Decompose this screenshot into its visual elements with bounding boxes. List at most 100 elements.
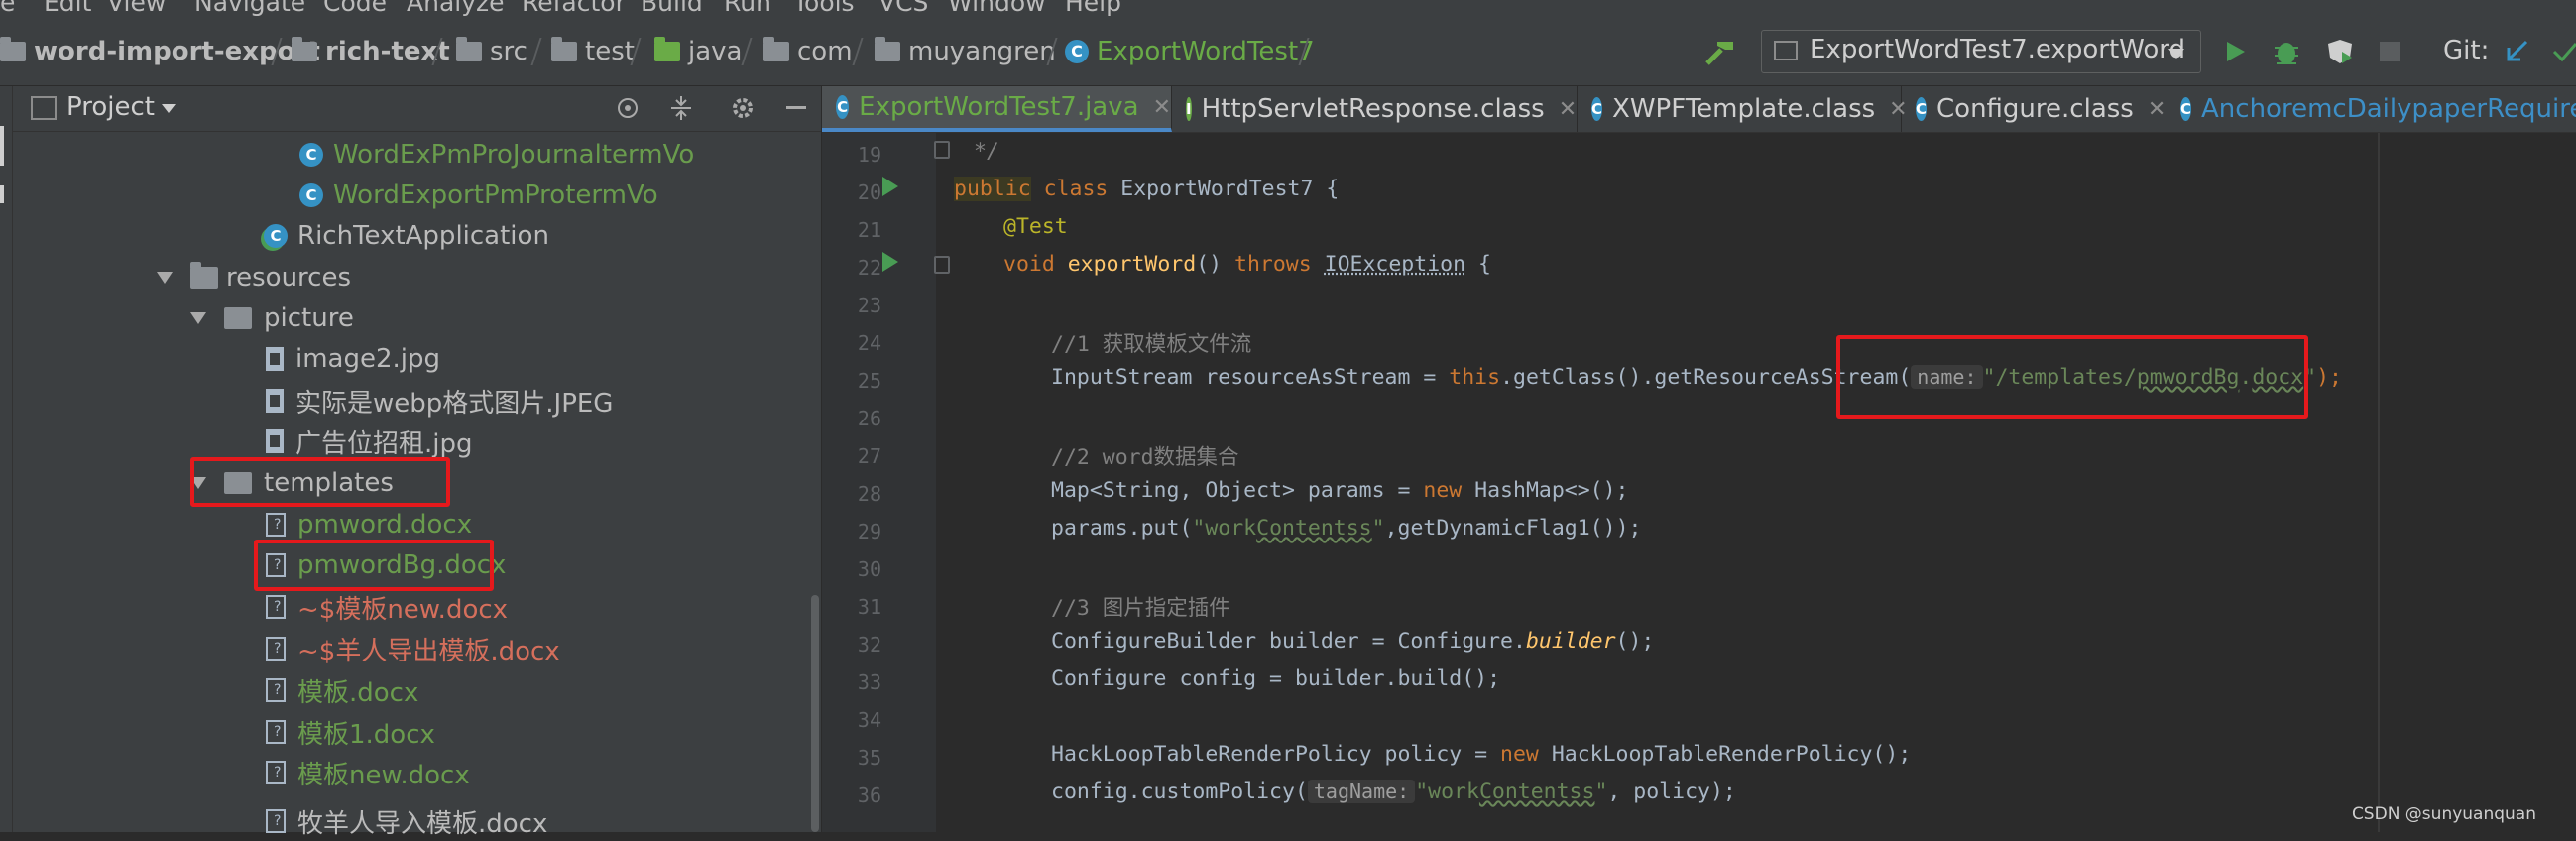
debug-bug-icon[interactable] — [2271, 36, 2302, 67]
menu-run[interactable]: Run — [724, 0, 771, 17]
line-number: 33 — [857, 670, 881, 694]
menu-vcs[interactable]: VCS — [878, 0, 928, 17]
tree-item[interactable]: 广告位招租.jpg — [266, 421, 473, 461]
gear-icon[interactable] — [729, 94, 757, 122]
menu-build[interactable]: Build — [641, 0, 703, 17]
folder-icon — [0, 37, 26, 61]
line-number: 19 — [857, 143, 881, 167]
menu-refactor[interactable]: Refactor — [522, 0, 626, 17]
code-line-27: //2 word数据集合 — [1051, 445, 1239, 470]
tree-item[interactable]: ~$羊人导出模板.docx — [266, 629, 560, 668]
line-number: 28 — [857, 482, 881, 506]
tree-item[interactable]: 模板new.docx — [266, 753, 470, 792]
breadcrumb-src[interactable]: src — [456, 34, 527, 69]
word-file-icon — [266, 761, 286, 784]
project-tool-window-tab[interactable] — [0, 126, 4, 166]
run-test-method-icon[interactable] — [878, 250, 906, 274]
collapse-all-icon[interactable] — [667, 94, 695, 122]
close-icon[interactable]: ✕ — [1559, 97, 1577, 122]
fold-marker-icon[interactable] — [934, 256, 950, 274]
expanded-arrow-icon[interactable] — [157, 272, 173, 284]
tab-configure[interactable]: C Configure.class ✕ — [1902, 86, 2166, 132]
image-file-icon — [266, 389, 284, 413]
tree-item-label: resources — [226, 263, 352, 293]
class-icon: C — [836, 95, 850, 119]
breadcrumb-muyangren[interactable]: muyangren — [875, 34, 1056, 69]
git-commit-check-icon[interactable] — [2552, 40, 2576, 63]
tree-item-label: 模板new.docx — [297, 760, 470, 790]
tab-xwpftemplate[interactable]: C XWPFTemplate.class ✕ — [1578, 86, 1908, 132]
close-icon[interactable]: ✕ — [2148, 97, 2166, 122]
stop-icon[interactable] — [2380, 42, 2400, 61]
line-number: 26 — [857, 407, 881, 430]
tree-item[interactable]: C RichTextApplication — [264, 216, 549, 256]
word-file-icon — [266, 595, 286, 619]
word-file-icon — [266, 513, 286, 537]
minimize-icon[interactable] — [786, 106, 806, 109]
line-number: 32 — [857, 633, 881, 657]
tree-item[interactable]: 模板1.docx — [266, 712, 435, 752]
chevron-down-icon[interactable] — [162, 104, 176, 113]
tree-item-label: RichTextApplication — [297, 221, 549, 251]
run-configuration-select[interactable]: ExportWordTest7.exportWord — [1761, 30, 2201, 73]
tab-exportwordtest7[interactable]: C ExportWordTest7.java ✕ — [822, 86, 1172, 132]
word-file-icon — [266, 678, 286, 702]
folder-icon — [551, 37, 577, 61]
word-file-icon — [266, 720, 286, 744]
tree-item[interactable]: image2.jpg — [266, 339, 440, 379]
tree-item[interactable]: 模板.docx — [266, 670, 418, 710]
tree-item[interactable]: picture — [190, 299, 354, 338]
word-file-icon — [266, 809, 286, 833]
build-hammer-icon[interactable] — [1703, 38, 1739, 69]
locate-crosshair-icon[interactable] — [614, 94, 642, 122]
menu-code[interactable]: Code — [323, 0, 387, 17]
class-icon: C — [299, 183, 323, 207]
tree-item-label: 实际是webp格式图片.JPEG — [295, 388, 614, 419]
structure-tool-window-tab[interactable] — [0, 185, 4, 203]
line-number: 35 — [857, 746, 881, 770]
breadcrumb-com[interactable]: com — [763, 34, 853, 69]
tree-item[interactable]: 实际是webp格式图片.JPEG — [266, 381, 613, 420]
line-number: 31 — [857, 595, 881, 619]
run-icon[interactable] — [2221, 38, 2249, 65]
tree-item-label: picture — [264, 303, 354, 333]
line-number: 25 — [857, 369, 881, 393]
menu-file[interactable]: e — [0, 0, 15, 17]
menu-tools[interactable]: Tools — [793, 0, 855, 17]
fold-marker-icon[interactable] — [934, 141, 950, 159]
tree-item[interactable]: C WordExPmProJournaltermVo — [299, 135, 694, 175]
tab-httpservletresponse[interactable]: I HttpServletResponse.class ✕ — [1172, 86, 1578, 132]
git-update-arrow-icon[interactable] — [2503, 38, 2530, 65]
tree-item[interactable]: ~$模板new.docx — [266, 587, 508, 627]
line-number: 22 — [857, 256, 881, 280]
expanded-arrow-icon[interactable] — [190, 312, 206, 324]
tree-item[interactable]: pmword.docx — [266, 505, 472, 544]
project-panel-header: Project — [13, 86, 821, 132]
highlight-box-resource-path — [1836, 335, 2308, 419]
run-test-class-icon[interactable] — [878, 175, 906, 198]
tree-item[interactable]: 牧羊人导入模板.docx — [266, 801, 547, 841]
menu-view[interactable]: View — [107, 0, 166, 17]
close-icon[interactable]: ✕ — [1153, 95, 1171, 120]
class-icon: C — [1065, 40, 1089, 63]
menu-help[interactable]: Help — [1065, 0, 1121, 17]
project-panel-title[interactable]: Project — [66, 92, 155, 122]
module-icon — [292, 37, 317, 61]
class-icon: C — [2180, 97, 2192, 121]
junit-icon — [1774, 41, 1798, 60]
tree-item[interactable]: C WordExportPmProtermVo — [299, 176, 658, 215]
line-number: 30 — [857, 557, 881, 581]
menu-edit[interactable]: Edit — [44, 0, 91, 17]
menu-navigate[interactable]: Navigate — [194, 0, 305, 17]
code-line-31: //3 图片指定插件 — [1051, 596, 1230, 621]
coverage-shield-icon[interactable] — [2324, 36, 2356, 67]
scrollbar-thumb[interactable] — [811, 595, 819, 832]
breadcrumb-class[interactable]: C ExportWordTest7 — [1065, 34, 1315, 69]
tree-item-label: 模板1.docx — [297, 719, 435, 750]
tree-item[interactable]: resources — [157, 258, 351, 298]
image-file-icon — [266, 347, 284, 371]
code-line-22: void exportWord() throws IOException { — [1003, 252, 1491, 277]
tab-anchoremcdailypaper[interactable]: C AnchoremcDailypaperRequired — [2166, 86, 2576, 132]
menu-window[interactable]: Window — [948, 0, 1046, 17]
menu-analyze[interactable]: Analyze — [407, 0, 505, 17]
